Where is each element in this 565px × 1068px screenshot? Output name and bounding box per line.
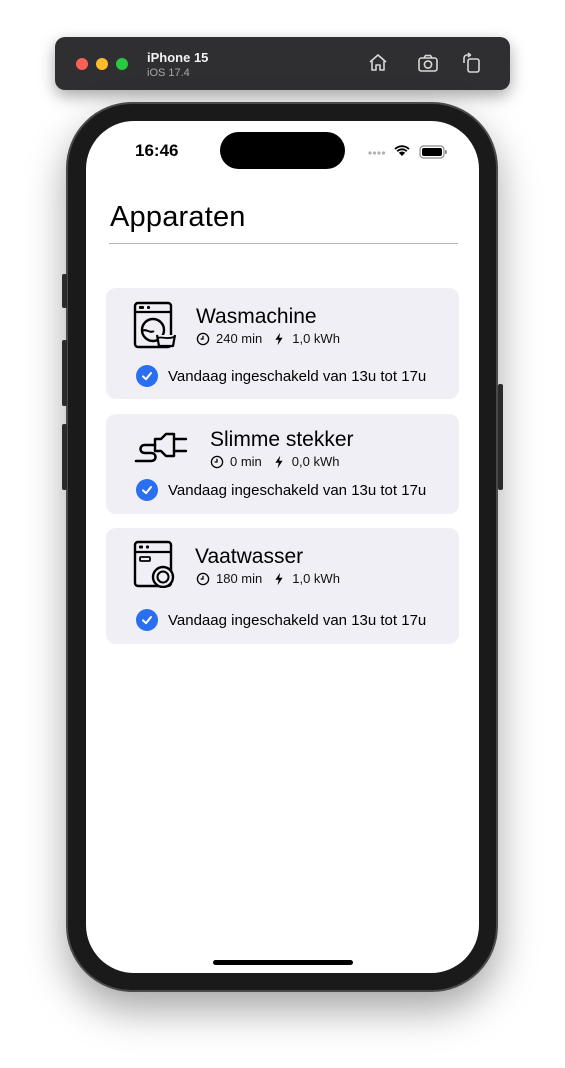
device-energy: 0,0 kWh [291,454,340,469]
battery-icon [419,145,447,159]
smart-plug-icon [133,423,189,467]
close-window-button[interactable] [76,58,88,70]
device-duration: 0 min [230,454,262,469]
rotate-button[interactable] [460,51,484,75]
rotate-icon [463,52,480,73]
device-card-vaatwasser[interactable]: Vaatwasser 180 min 1,0 kWh Vandaag inges… [106,528,459,644]
wifi-icon [394,145,410,156]
clock-icon [196,572,210,585]
device-duration: 180 min [216,571,263,586]
action-button [62,274,67,308]
status-icons [368,143,448,159]
dynamic-island [220,132,345,169]
simulator-title-bar: iPhone 15 iOS 17.4 [55,37,510,90]
volume-down-button [62,424,67,490]
screenshot-button[interactable] [416,51,440,75]
dishwasher-icon [133,540,177,589]
device-status-text: Vandaag ingeschakeld van 13u tot 17u [168,611,427,629]
volume-up-button [62,340,67,406]
device-status-text: Vandaag ingeschakeld van 13u tot 17u [168,481,427,499]
minimize-window-button[interactable] [96,58,108,70]
zoom-window-button[interactable] [116,58,128,70]
device-status: Vandaag ingeschakeld van 13u tot 17u [136,609,426,631]
device-meta: 0 min 0,0 kWh [210,454,339,469]
device-energy: 1,0 kWh [292,331,340,346]
device-meta: 240 min 1,0 kWh [196,331,340,346]
home-button[interactable] [366,51,390,75]
simulator-device-name: iPhone 15 [147,50,209,65]
device-name: Wasmachine [196,305,317,328]
device-duration: 240 min [216,331,263,346]
status-time: 16:46 [135,141,179,160]
home-indicator[interactable] [213,960,353,965]
washing-machine-icon [133,301,177,349]
device-status-text: Vandaag ingeschakeld van 13u tot 17u [168,367,427,385]
title-divider [109,243,458,244]
home-icon [369,54,387,71]
device-name: Slimme stekker [210,428,354,451]
clock-icon [196,332,210,345]
checkmark-circle-icon [136,609,158,631]
clock-icon [210,455,224,468]
checkmark-circle-icon [136,479,158,501]
bolt-icon [275,572,283,585]
checkmark-circle-icon [136,365,158,387]
device-status: Vandaag ingeschakeld van 13u tot 17u [136,365,426,387]
screenshot-icon [418,54,438,72]
device-energy: 1,0 kWh [292,571,340,586]
device-name: Vaatwasser [195,545,304,568]
bolt-icon [275,455,283,468]
device-meta: 180 min 1,0 kWh [196,571,340,586]
device-card-slimme-stekker[interactable]: Slimme stekker 0 min 0,0 kWh Vandaag ing… [106,414,459,514]
page-title: Apparaten [110,201,246,233]
simulator-os-version: iOS 17.4 [147,67,190,79]
bolt-icon [275,332,283,345]
signal-dots-icon [368,151,386,155]
device-status: Vandaag ingeschakeld van 13u tot 17u [136,479,426,501]
device-card-wasmachine[interactable]: Wasmachine 240 min 1,0 kWh Vandaag inges… [106,288,459,399]
phone-screen: 16:46 Apparaten Wasmachine 240 min 1,0 k… [86,121,479,973]
power-button [498,384,503,490]
